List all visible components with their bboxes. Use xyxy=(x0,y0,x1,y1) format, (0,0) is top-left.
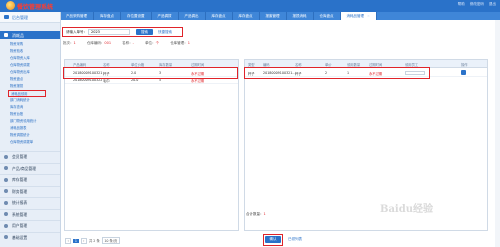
sidebar-group-2[interactable]: 库存管理 xyxy=(0,174,60,184)
tab-4[interactable]: 产品调出 xyxy=(179,12,206,20)
tab-7[interactable]: 报废管理 xyxy=(260,12,287,20)
pager: ‹ 1 › 共 2 条 10 条/页 xyxy=(64,237,121,244)
received-list-link[interactable]: 已领列表 xyxy=(288,237,302,242)
sidebar-group-1[interactable]: 产品/商品管理 xyxy=(0,162,60,173)
sidebar-group-5[interactable]: 系统管理 xyxy=(0,208,60,219)
sidebar-item-3[interactable]: 仓库物资调拨 xyxy=(10,62,30,69)
search-input[interactable] xyxy=(88,28,130,35)
product-table: 产品编码 名称 单位价格 库存数量 过期时间 20180009100321 杯子 2.0 3 永不… xyxy=(64,59,239,231)
column-header: 单价 xyxy=(325,62,332,67)
sidebar-item-2[interactable]: 仓库物资入库 xyxy=(10,55,30,62)
tab-6[interactable]: 库存盘点 xyxy=(233,12,260,20)
sidebar-item-11[interactable]: 部门物资领用统计 xyxy=(10,118,36,125)
tab-5[interactable]: 库存盘点 xyxy=(206,12,233,20)
close-icon[interactable]: × xyxy=(367,14,370,18)
sidebar-group-6[interactable]: 用户管理 xyxy=(0,220,60,230)
tab-1[interactable]: 库存盘点 xyxy=(94,12,121,20)
sidebar-group-3[interactable]: 财务管理 xyxy=(0,185,60,196)
logout-link[interactable]: 退出 xyxy=(489,2,496,6)
column-header[interactable]: 名称 xyxy=(103,62,110,67)
tab-bar: 产品采购管理 库存盘点 存位置设置 产品调拨 产品调出 库存盘点 库存盘点 报废管理 报损消耗仓… xyxy=(60,12,500,20)
menu-icon xyxy=(4,177,8,182)
help-link[interactable]: 帮助 xyxy=(458,2,465,6)
tab-8[interactable]: 报损消耗 xyxy=(287,12,314,20)
sidebar-group-active[interactable]: 消耗品 xyxy=(0,31,60,39)
app-logo: 餐饮管理系统 xyxy=(4,0,58,12)
home-icon xyxy=(4,15,9,19)
top-header xyxy=(0,0,500,12)
logo-text: 餐饮管理系统 xyxy=(17,4,54,11)
tab-9[interactable]: 仓库盘点 xyxy=(314,12,341,20)
sidebar-item-10[interactable]: 物资台账 xyxy=(10,111,23,118)
selected-row-highlight xyxy=(63,67,238,79)
column-header: 类型 xyxy=(248,62,255,67)
sidebar-item-13[interactable]: 物资调拨统计 xyxy=(10,132,30,139)
page-size-select[interactable]: 10 条/页 xyxy=(101,237,120,244)
menu-icon xyxy=(4,200,8,205)
column-header[interactable]: 过期时间 xyxy=(191,62,204,67)
filter-row: 批次：1 仓库编码：001 名称：- 单位：个 仓库管理：1 xyxy=(63,41,190,45)
sidebar-item-5[interactable]: 物资盘点 xyxy=(10,76,23,83)
header-links: 帮助 修改密码 退出 xyxy=(454,2,496,7)
column-header: 领用数量 xyxy=(347,62,361,67)
watermark: Baidu经验 xyxy=(380,204,433,215)
sidebar-group-4[interactable]: 统计报表 xyxy=(0,197,60,207)
sidebar-item-1[interactable]: 物资验收 xyxy=(10,48,23,55)
column-header[interactable]: 单位价格 xyxy=(131,62,144,67)
change-password-link[interactable]: 修改密码 xyxy=(470,2,484,6)
next-page-button[interactable]: › xyxy=(80,238,87,244)
sidebar-group-0[interactable]: 会员管理 xyxy=(0,151,60,161)
box-icon xyxy=(4,33,8,37)
scrollbar[interactable] xyxy=(495,20,500,247)
search-button[interactable]: 搜索 xyxy=(136,28,153,35)
delete-icon[interactable] xyxy=(461,70,466,75)
tab-3[interactable]: 产品调拨 xyxy=(152,12,179,20)
logo-icon xyxy=(6,1,15,10)
sidebar-item-6[interactable]: 物资报损 xyxy=(10,83,23,90)
sidebar-item-14[interactable]: 仓库物资调拨单 xyxy=(10,139,33,146)
sidebar-title[interactable]: 后台管理 xyxy=(0,12,60,23)
column-header: 名称 xyxy=(295,62,302,67)
column-header[interactable]: 库存数量 xyxy=(159,62,172,67)
column-header[interactable]: 产品编码 xyxy=(73,62,86,67)
sidebar-item-7[interactable]: 消耗品领用 xyxy=(8,90,46,97)
column-header: 操作 xyxy=(461,62,468,67)
sidebar-item-0[interactable]: 物资采购 xyxy=(10,41,23,48)
column-header: 编码 xyxy=(263,62,270,67)
tab-2[interactable]: 存位置设置 xyxy=(121,12,152,20)
menu-icon xyxy=(4,212,8,216)
quick-search-link[interactable]: 快捷搜索 xyxy=(158,30,172,35)
confirm-button[interactable]: 确认 xyxy=(265,236,281,243)
sidebar-item-12[interactable]: 消耗品报表 xyxy=(10,125,26,132)
menu-icon xyxy=(4,166,8,170)
menu-icon xyxy=(4,235,8,239)
menu-icon xyxy=(4,223,8,228)
search-label: 请输入单号： xyxy=(66,30,87,34)
pager-total: 共 2 条 xyxy=(88,239,100,243)
column-header: 过期时间 xyxy=(369,62,383,67)
sidebar-group-7[interactable]: 基础设置 xyxy=(0,231,60,242)
menu-icon xyxy=(4,189,8,193)
sidebar-item-4[interactable]: 仓库物资出库 xyxy=(10,69,30,76)
sidebar-item-8[interactable]: 部门消耗统计 xyxy=(10,97,30,104)
current-page[interactable]: 1 xyxy=(73,239,79,243)
total-quantity: 合计数量：1 xyxy=(246,212,266,216)
prev-page-button[interactable]: ‹ xyxy=(65,238,72,244)
tab-0[interactable]: 产品采购管理 xyxy=(60,12,94,20)
selected-item-highlight xyxy=(244,67,430,79)
sidebar-item-9[interactable]: 库存查询 xyxy=(10,104,23,111)
menu-icon xyxy=(4,154,8,159)
tab-10[interactable]: 消耗品管理 × xyxy=(340,12,377,20)
column-header: 领用员工 xyxy=(405,62,419,67)
